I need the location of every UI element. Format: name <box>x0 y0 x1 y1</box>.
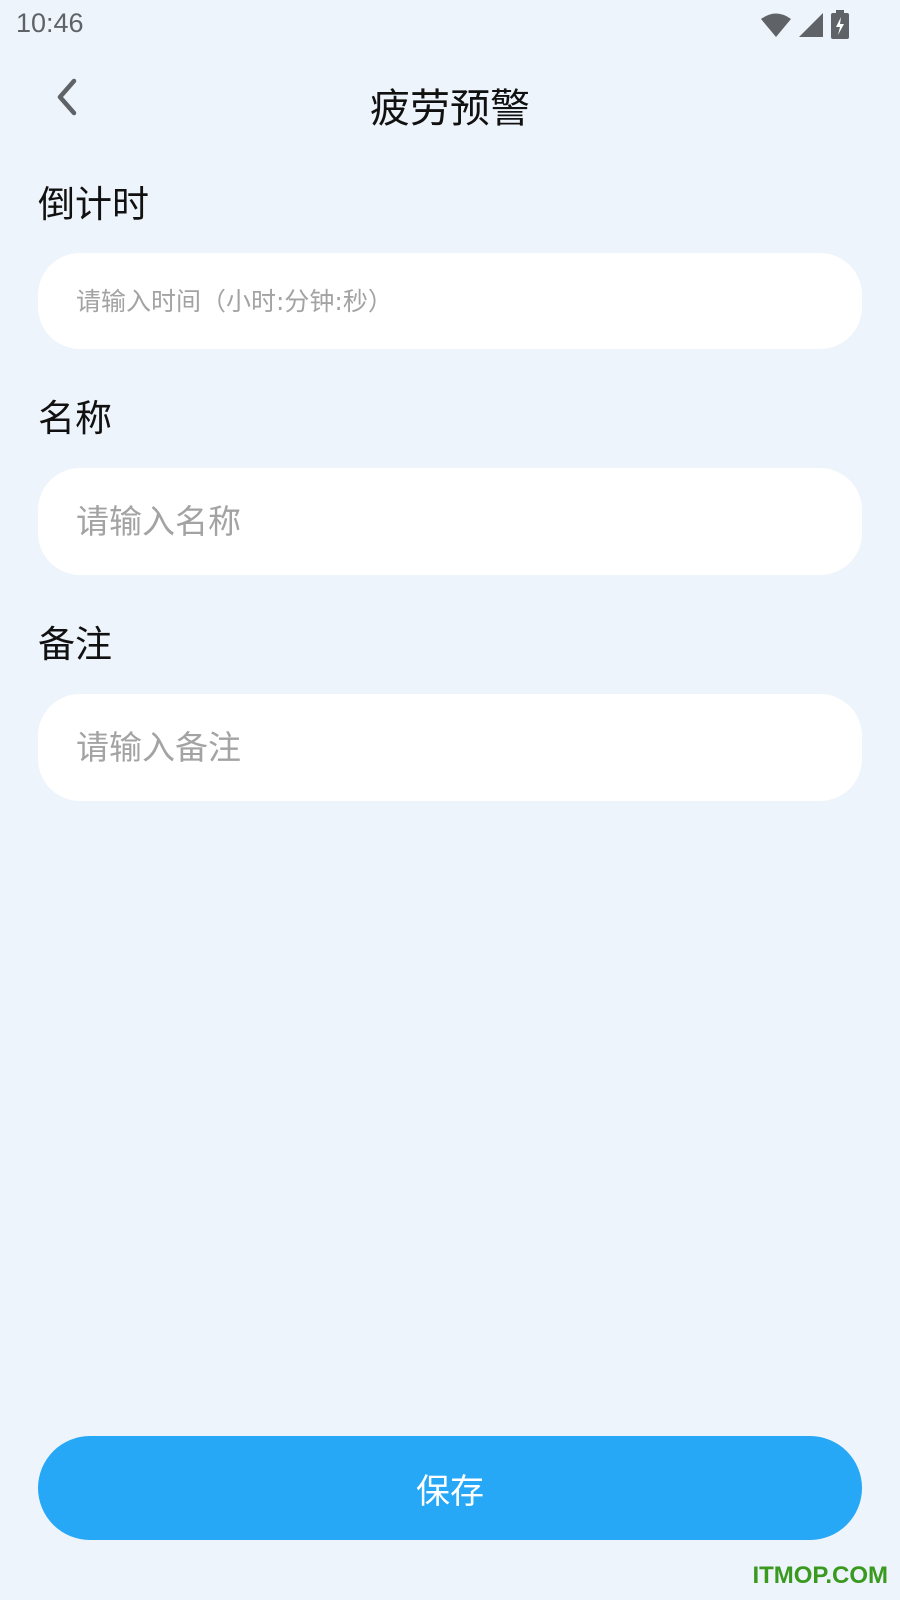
countdown-input[interactable] <box>38 253 862 349</box>
name-label: 名称 <box>38 397 112 440</box>
wifi-icon <box>760 12 792 42</box>
name-input[interactable] <box>38 468 862 575</box>
page-title: 疲劳预警 <box>370 86 530 132</box>
watermark: ITMOP.COM <box>752 1562 888 1589</box>
name-field <box>38 468 862 575</box>
status-bar: 10:46 <box>0 0 900 50</box>
remark-label: 备注 <box>38 623 112 666</box>
status-time: 10:46 <box>16 8 84 38</box>
remark-field <box>38 694 862 801</box>
header: 疲劳预警 <box>0 58 900 148</box>
battery-charging-icon <box>830 10 850 44</box>
countdown-label: 倒计时 <box>38 183 149 226</box>
countdown-field <box>38 253 862 349</box>
status-icons <box>760 10 850 44</box>
remark-input[interactable] <box>38 694 862 801</box>
signal-icon <box>798 12 824 42</box>
save-button[interactable]: 保存 <box>38 1436 862 1540</box>
